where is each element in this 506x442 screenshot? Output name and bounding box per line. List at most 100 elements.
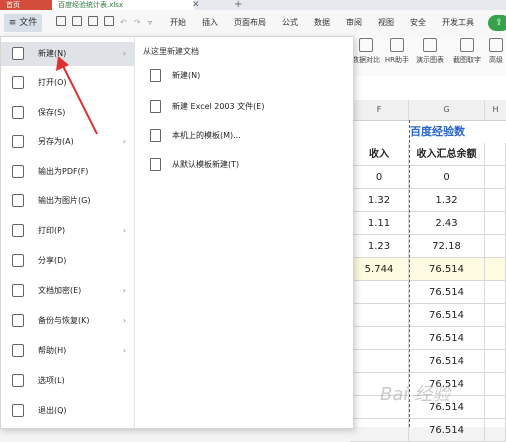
chevron-right-icon: ›: [122, 316, 126, 325]
template-icon: [150, 129, 161, 142]
quick-access-dropdown-icon[interactable]: ▿: [148, 14, 152, 32]
grid-cell[interactable]: 0: [350, 166, 409, 189]
exit-icon: [12, 404, 24, 417]
tab-home[interactable]: 首页: [0, 0, 56, 10]
tab-document[interactable]: 百度经验统计表.xlsx: [52, 0, 194, 10]
save-icon[interactable]: [56, 16, 66, 26]
file-menu-item[interactable]: 另存为(A) ›: [1, 130, 134, 154]
header-cell[interactable]: 收入: [350, 143, 409, 166]
grid-cell[interactable]: [485, 235, 506, 258]
grid-cell[interactable]: 1.32: [350, 189, 409, 212]
sheet-title-cell[interactable]: 百度经验数: [410, 120, 506, 143]
grid-cell[interactable]: 76.514: [409, 419, 485, 442]
undo-icon[interactable]: ↶: [120, 14, 127, 32]
grid-cell[interactable]: [485, 212, 506, 235]
grid-cell[interactable]: [485, 373, 506, 396]
toolbar-label: 数据对比: [352, 56, 380, 64]
grid-cell[interactable]: [485, 419, 506, 442]
grid-cell[interactable]: 76.514: [409, 304, 485, 327]
grid-cell[interactable]: 72.18: [409, 235, 485, 258]
tab-review[interactable]: 审阅: [346, 14, 362, 32]
grid-cell[interactable]: [350, 350, 409, 373]
tab-close-icon[interactable]: ✕: [186, 0, 206, 10]
tab-view[interactable]: 视图: [378, 14, 394, 32]
file-menu-list: 新建(N) › 打开(O) 保存(S) 另存为(A) › 输出为PDF(F) 输出为图片(G)…: [1, 37, 135, 428]
help-icon: [12, 344, 24, 357]
grid-cell[interactable]: [485, 166, 506, 189]
redo-icon[interactable]: ↷: [134, 14, 141, 32]
tab-home-ribbon[interactable]: 开始: [170, 14, 186, 32]
submenu-item[interactable]: 新建(N): [141, 64, 349, 88]
grid-cell[interactable]: [350, 304, 409, 327]
submenu-item-label: 新建(N): [172, 71, 201, 80]
share-pill-icon[interactable]: ⇪: [488, 15, 506, 31]
print-icon[interactable]: [88, 16, 98, 26]
tab-formulas[interactable]: 公式: [282, 14, 298, 32]
grid-cell[interactable]: [485, 281, 506, 304]
submenu-item[interactable]: 新建 Excel 2003 文件(E): [141, 95, 349, 119]
file-menu-item[interactable]: 打印(P) ›: [1, 219, 134, 243]
grid-cell[interactable]: [350, 327, 409, 350]
print-preview-icon[interactable]: [104, 16, 114, 26]
file-menu-item[interactable]: 输出为图片(G): [1, 189, 134, 213]
tab-data[interactable]: 数据: [314, 14, 330, 32]
tab-page-layout[interactable]: 页面布局: [234, 14, 266, 32]
grid-cell[interactable]: [350, 281, 409, 304]
tab-developer[interactable]: 开发工具: [442, 14, 474, 32]
file-menu-item[interactable]: 打开(O): [1, 71, 134, 95]
column-header-h[interactable]: H: [485, 100, 506, 121]
hr-icon: [390, 38, 404, 52]
toolbar-advanced[interactable]: 高级: [486, 38, 506, 65]
toolbar-demo-chart[interactable]: 演示图表: [414, 38, 446, 65]
grid-cell[interactable]: 2.43: [409, 212, 485, 235]
file-menu-item[interactable]: 新建(N) ›: [1, 42, 134, 66]
grid-cell[interactable]: [485, 327, 506, 350]
gear-icon: [12, 374, 24, 387]
grid-cell[interactable]: [485, 350, 506, 373]
tab-insert[interactable]: 插入: [202, 14, 218, 32]
grid-cell[interactable]: 76.514: [409, 327, 485, 350]
submenu-item[interactable]: 从默认模板新建(T): [141, 153, 349, 177]
toolbar-screenshot-text[interactable]: 截图取字: [450, 38, 484, 65]
file-menu-item[interactable]: 备份与恢复(K) ›: [1, 309, 134, 333]
grid-cell[interactable]: 76.514: [409, 281, 485, 304]
tab-add-icon[interactable]: +: [228, 0, 248, 10]
grid-cell[interactable]: [485, 304, 506, 327]
folder-icon: [12, 76, 24, 89]
new-doc-icon: [12, 47, 24, 60]
submenu-item[interactable]: 本机上的模板(M)...: [141, 124, 349, 148]
file-menu-item[interactable]: 退出(Q): [1, 399, 134, 423]
tab-security[interactable]: 安全: [410, 14, 426, 32]
grid-cell[interactable]: 1.23: [350, 235, 409, 258]
grid-cell[interactable]: 5.744: [350, 258, 409, 281]
file-menu-item[interactable]: 选项(L): [1, 369, 134, 393]
file-menu-button[interactable]: ≡ 文件: [4, 14, 42, 32]
chevron-right-icon: ›: [122, 137, 126, 146]
file-menu-item-label: 选项(L): [38, 376, 65, 385]
grid-cell[interactable]: 0: [409, 166, 485, 189]
column-header-g[interactable]: G: [409, 100, 485, 121]
undo-history-icon[interactable]: [72, 16, 82, 26]
grid-cell[interactable]: 76.514: [409, 258, 485, 281]
grid-cell[interactable]: 76.514: [409, 350, 485, 373]
file-menu-item[interactable]: 输出为PDF(F): [1, 160, 134, 184]
grid-cell[interactable]: [485, 396, 506, 419]
file-menu-item-label: 输出为图片(G): [38, 196, 91, 205]
file-menu-item[interactable]: 文档加密(E) ›: [1, 279, 134, 303]
grid-cell[interactable]: [350, 419, 409, 442]
column-header-f[interactable]: F: [350, 100, 409, 121]
grid-cell[interactable]: 1.11: [350, 212, 409, 235]
grid-cell[interactable]: [485, 258, 506, 281]
grid-cell[interactable]: 1.32: [409, 189, 485, 212]
print-icon: [12, 224, 24, 237]
toolbar-data-compare[interactable]: 数据对比: [352, 38, 380, 65]
watermark: Bai 经验: [380, 384, 451, 405]
file-menu-item[interactable]: 帮助(H) ›: [1, 339, 134, 363]
grid-cell[interactable]: [485, 143, 506, 166]
file-menu-item[interactable]: 保存(S): [1, 101, 134, 125]
file-menu-item[interactable]: 分享(D): [1, 249, 134, 273]
grid-cell[interactable]: [485, 189, 506, 212]
toolbar-hr-helper[interactable]: HR助手: [382, 38, 412, 65]
file-menu-item-label: 退出(Q): [38, 406, 67, 415]
header-cell[interactable]: 收入汇总余额: [409, 143, 485, 166]
